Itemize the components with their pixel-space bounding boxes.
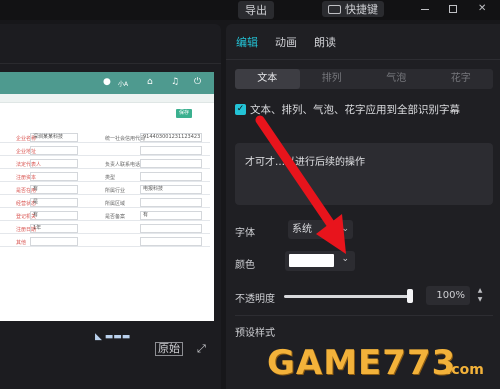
apply-all-checkbox[interactable]: ✓	[235, 104, 246, 115]
video-form-input	[140, 237, 202, 246]
bell-icon: ♫	[171, 77, 180, 87]
video-form-row: 是否在用有所属行业 电报科技	[0, 184, 210, 195]
original-size-button[interactable]: 原始	[155, 342, 183, 356]
video-form-label: 类型	[105, 175, 116, 181]
video-form-input: 有	[30, 185, 78, 194]
video-tab-line	[0, 94, 214, 103]
panel-divider-2	[235, 315, 493, 316]
video-form-input	[30, 172, 78, 181]
video-form-row: 登记机关有是否备案有	[0, 210, 210, 221]
close-icon[interactable]: ✕	[478, 3, 486, 14]
video-form-row: 注册日期 1年	[0, 223, 210, 234]
player-header	[0, 24, 221, 64]
segment-fancy-text[interactable]: 花字	[429, 69, 494, 89]
video-save-button: 保存	[176, 109, 192, 118]
video-form-input	[140, 198, 202, 207]
video-form-label: 负责人联系电话	[105, 162, 141, 168]
keyboard-icon	[328, 4, 341, 14]
video-logo-icon: ◣ ▬▬▬	[95, 332, 131, 342]
panel-tabs: 编辑 动画 朗读	[236, 34, 336, 50]
minimize-icon[interactable]	[421, 5, 429, 10]
video-form-label: 是否备案	[105, 214, 126, 220]
shortcut-label: 快捷键	[345, 3, 378, 16]
segment-arrange[interactable]: 排列	[300, 69, 365, 89]
opacity-label: 不透明度	[235, 294, 275, 305]
font-select[interactable]: 系统 ⌃⌄	[288, 220, 353, 239]
tab-read-aloud[interactable]: 朗读	[314, 34, 336, 50]
video-form-input	[30, 146, 78, 155]
video-form-row: 经营状态是所属区域	[0, 197, 210, 208]
font-label: 字体	[235, 228, 255, 239]
player-panel: ● 小A ⌂ ♫ ⏻ 保存 企业名称 深圳某某科技 统一社会信用代码 91440300…	[0, 24, 221, 389]
video-form-input: 914403001231123423	[140, 133, 202, 142]
video-form-label: 其他	[16, 240, 27, 246]
video-form-input: 1年	[30, 224, 78, 233]
video-form-input: 有	[140, 211, 202, 220]
power-icon: ⏻	[194, 77, 202, 87]
video-user-name: 小A	[118, 81, 129, 88]
video-form-input	[140, 224, 202, 233]
video-form-input	[30, 159, 78, 168]
tab-edit[interactable]: 编辑	[236, 34, 258, 50]
preset-style-label: 预设样式	[235, 328, 275, 339]
video-form-row: 其他	[0, 236, 210, 247]
tab-animation[interactable]: 动画	[275, 34, 297, 50]
opacity-stepper[interactable]: ▲ ▼	[474, 286, 486, 305]
fullscreen-icon[interactable]: ⤢	[197, 342, 206, 356]
home-icon: ⌂	[147, 77, 153, 87]
video-form-input: 是	[30, 198, 78, 207]
video-form-label: 所属行业	[105, 188, 126, 194]
chevron-updown-icon: ⌃⌄	[333, 224, 349, 234]
color-label: 颜色	[235, 260, 255, 271]
video-form-input	[140, 146, 202, 155]
video-form-row: 企业地址	[0, 145, 210, 156]
app-window: 导出 快捷键 ✕ ● 小A ⌂ ♫ ⏻ 保存 企业名称 深圳某某科技 统一社会信用代…	[0, 0, 500, 389]
video-form-input: 有	[30, 211, 78, 220]
panel-divider	[226, 59, 500, 60]
watermark-brand: GAME773	[267, 343, 457, 383]
video-frame[interactable]: ● 小A ⌂ ♫ ⏻ 保存 企业名称 深圳某某科技 统一社会信用代码 91440300…	[0, 72, 214, 342]
video-form-input	[30, 237, 78, 246]
subtitle-text-input[interactable]: 才可才…以进行后续的操作	[235, 143, 493, 205]
watermark-domain: .com	[446, 362, 484, 378]
font-value: 系统	[292, 224, 312, 235]
chevron-down-icon: ⌄	[341, 254, 349, 264]
edit-panel: 编辑 动画 朗读 文本 排列 气泡 花字 ✓ 文本、排列、气泡、花字应用到全部识…	[226, 24, 500, 389]
video-app-bar: ● 小A ⌂ ♫ ⏻	[0, 72, 214, 94]
segment-bubble[interactable]: 气泡	[364, 69, 429, 89]
video-form-row: 法定代表人 负责人联系电话	[0, 158, 210, 169]
video-form-input	[140, 172, 202, 181]
segment-text[interactable]: 文本	[235, 69, 300, 89]
apply-all-label: 文本、排列、气泡、花字应用到全部识别字幕	[250, 104, 460, 116]
color-picker[interactable]: ⌄	[285, 251, 355, 271]
video-form-input: 电报科技	[140, 185, 202, 194]
maximize-icon[interactable]	[449, 5, 457, 13]
opacity-slider[interactable]	[284, 295, 412, 298]
opacity-input[interactable]: 100%	[426, 286, 470, 305]
apply-all-row[interactable]: ✓ 文本、排列、气泡、花字应用到全部识别字幕	[235, 102, 460, 117]
video-form-row: 注册资本 类型	[0, 171, 210, 182]
video-form-input	[140, 159, 202, 168]
color-swatch	[289, 254, 334, 267]
style-segment: 文本 排列 气泡 花字	[235, 69, 493, 89]
top-bar: 导出 快捷键 ✕	[0, 0, 500, 20]
video-form-label: 统一社会信用代码	[105, 136, 146, 142]
shortcut-button[interactable]: 快捷键	[322, 1, 384, 17]
opacity-slider-handle[interactable]	[407, 289, 413, 303]
video-form-label: 所属区域	[105, 201, 126, 207]
user-icon: ●	[103, 77, 111, 87]
video-form-row: 企业名称 深圳某某科技 统一社会信用代码 914403001231123423	[0, 132, 210, 143]
export-button[interactable]: 导出	[238, 1, 274, 19]
subtitle-text: 才可才…以进行后续的操作	[245, 157, 365, 168]
video-form-input: 深圳某某科技	[30, 133, 78, 142]
